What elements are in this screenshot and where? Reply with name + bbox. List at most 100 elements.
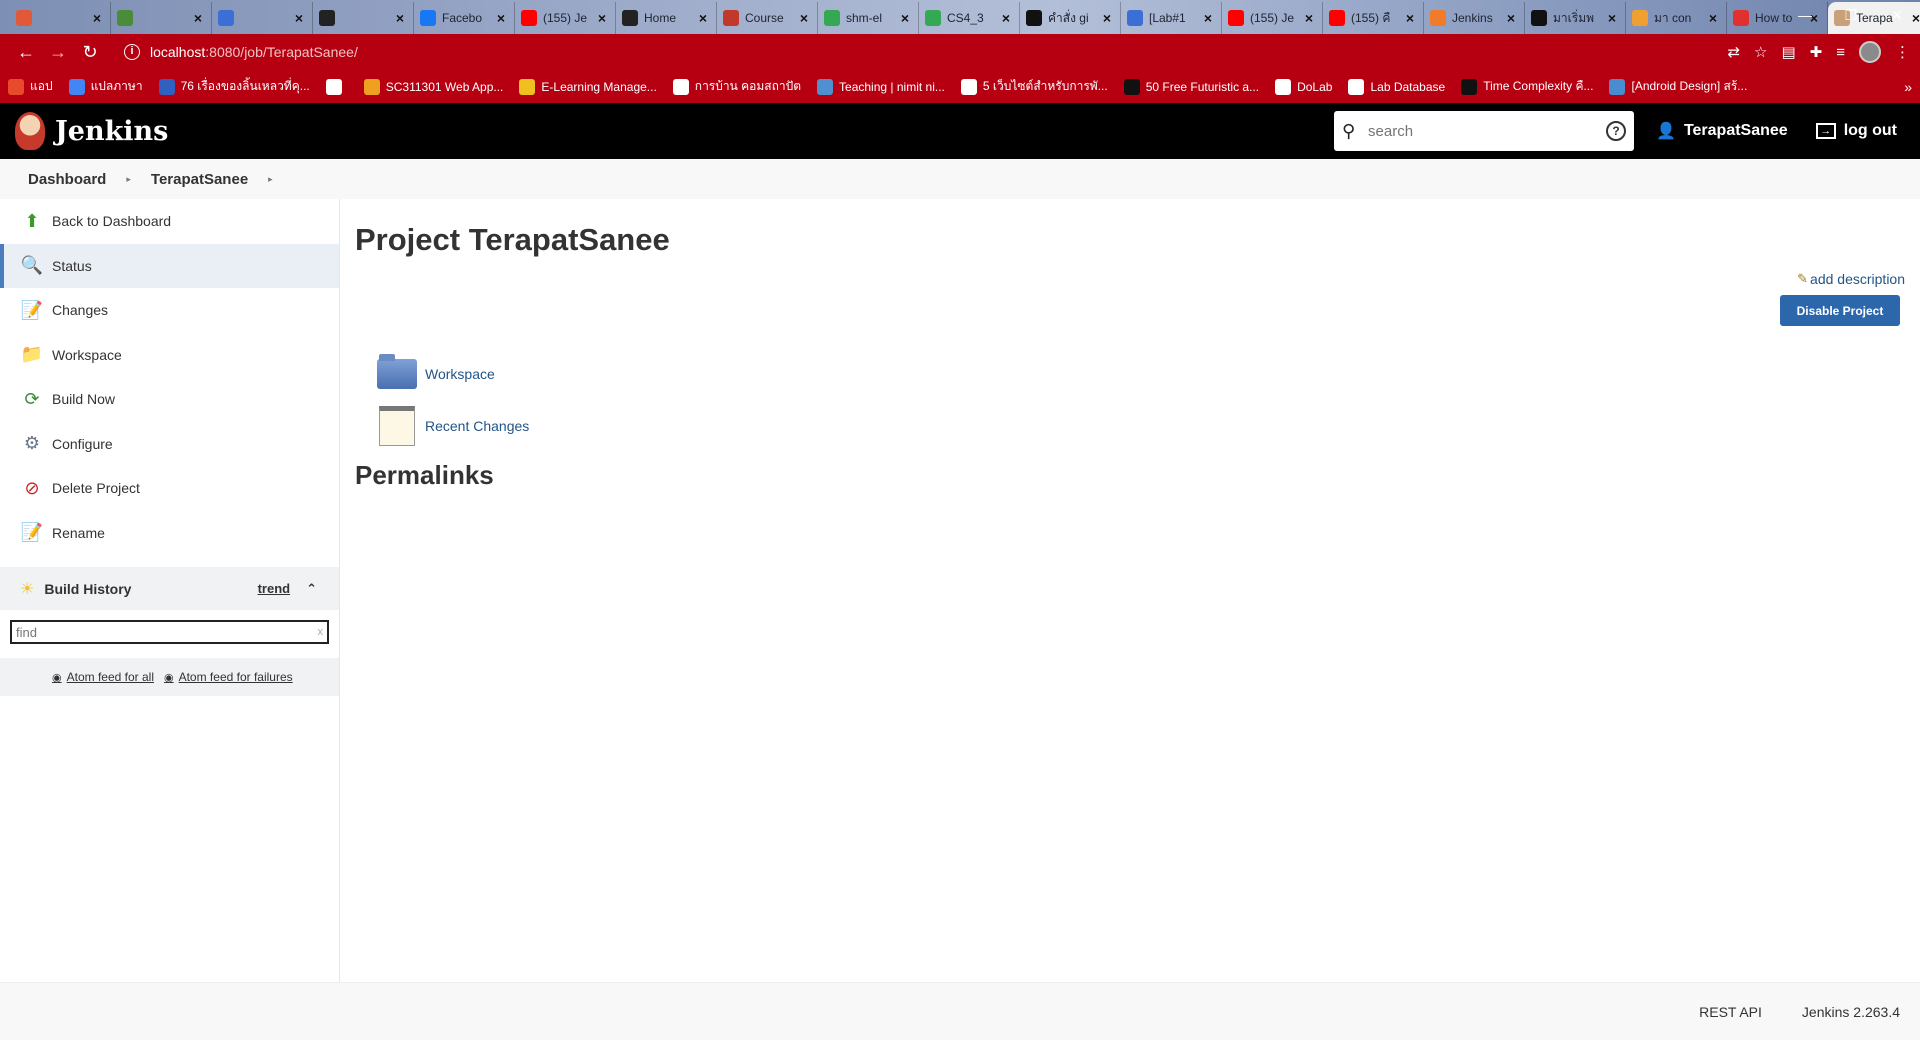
browser-tab[interactable]: (155) คื ×: [1323, 2, 1424, 34]
bookmark-item[interactable]: [Android Design] สร้...: [1609, 77, 1747, 96]
add-description-link[interactable]: ✎ add description: [1797, 271, 1905, 287]
browser-tab[interactable]: (155) Je ×: [1222, 2, 1323, 34]
rest-api-link[interactable]: REST API: [1699, 1004, 1762, 1020]
bookmark-item[interactable]: Teaching | nimit ni...: [817, 78, 945, 95]
tab-close-icon[interactable]: ×: [90, 10, 104, 26]
disable-project-button[interactable]: Disable Project: [1780, 295, 1900, 326]
bookmark-item[interactable]: แปลภาษา: [68, 77, 143, 96]
bookmark-item[interactable]: การบ้าน คอมสถาปัต: [672, 77, 801, 96]
tab-close-icon[interactable]: ×: [494, 10, 508, 26]
browser-tab[interactable]: ×: [212, 2, 313, 34]
jenkins-logo[interactable]: Jenkins: [0, 112, 168, 150]
browser-tab[interactable]: shm-el ×: [818, 2, 919, 34]
profile-avatar[interactable]: [1859, 41, 1881, 63]
media-icon[interactable]: ≡: [1836, 44, 1845, 61]
tab-close-icon[interactable]: ×: [1706, 10, 1720, 26]
forward-arrow-icon[interactable]: →: [42, 42, 74, 63]
bookmark-item[interactable]: 5 เว็บไซต์สำหรับการพั...: [960, 77, 1108, 96]
task-configure[interactable]: ⚙ Configure: [0, 422, 339, 467]
browser-tab[interactable]: (155) Je ×: [515, 2, 616, 34]
recent-changes-link[interactable]: Recent Changes: [425, 418, 529, 434]
breadcrumb-project[interactable]: TerapatSanee: [151, 171, 248, 188]
project-links: Workspace Recent Changes: [375, 348, 1920, 452]
bookmark-item[interactable]: Lab Database: [1348, 78, 1445, 95]
menu-dots-icon[interactable]: ⋮: [1895, 43, 1910, 61]
tab-close-icon[interactable]: ×: [696, 10, 710, 26]
info-icon[interactable]: i: [124, 44, 140, 60]
bookmark-item[interactable]: E-Learning Manage...: [519, 78, 657, 95]
atom-feed-failures-link[interactable]: ◉ Atom feed for failures: [164, 670, 293, 684]
browser-tab[interactable]: มา con ×: [1626, 2, 1727, 34]
minimize-icon[interactable]: —: [1782, 0, 1828, 30]
browser-tab[interactable]: มาเริ่มพ ×: [1525, 2, 1626, 34]
tab-close-icon[interactable]: ×: [292, 10, 306, 26]
logout-link[interactable]: → log out: [1815, 122, 1897, 140]
tab-favicon-icon: [1026, 10, 1042, 26]
bookmark-item[interactable]: 76 เรื่องของลิ้นเหลวที่คุ...: [158, 77, 310, 96]
browser-tab[interactable]: Facebo ×: [414, 2, 515, 34]
task-build-now[interactable]: ⟳ Build Now: [0, 377, 339, 422]
tab-close-icon[interactable]: ×: [797, 10, 811, 26]
extensions-icon[interactable]: ✚: [1810, 43, 1823, 61]
translate-icon[interactable]: ⇄: [1727, 43, 1740, 61]
user-link[interactable]: 👤 TerapatSanee: [1656, 121, 1788, 141]
clear-filter-icon[interactable]: x: [318, 626, 324, 638]
task-delete-project[interactable]: ⊘ Delete Project: [0, 466, 339, 511]
atom-feed-all-link[interactable]: ◉ Atom feed for all: [52, 670, 154, 684]
bookmark-item[interactable]: SC311301 Web App...: [363, 78, 503, 95]
tab-close-icon[interactable]: ×: [1605, 10, 1619, 26]
tab-close-icon[interactable]: ×: [1201, 10, 1215, 26]
task-changes[interactable]: 📝 Changes: [0, 288, 339, 333]
chevron-up-icon[interactable]: ⌃: [306, 581, 317, 597]
browser-tab[interactable]: ×: [313, 2, 414, 34]
tab-close-icon[interactable]: ×: [1100, 10, 1114, 26]
back-arrow-icon[interactable]: ←: [10, 42, 42, 63]
reading-list-icon[interactable]: ▤: [1781, 43, 1795, 61]
task-workspace[interactable]: 📁 Workspace: [0, 333, 339, 378]
gear-icon: ⚙: [23, 433, 41, 454]
jenkins-version-link[interactable]: Jenkins 2.263.4: [1802, 1004, 1900, 1020]
chevron-right-icon[interactable]: ▸: [268, 174, 273, 185]
search-input[interactable]: [1368, 122, 1607, 140]
bookmark-item[interactable]: Time Complexity คื...: [1461, 77, 1593, 96]
bookmark-item[interactable]: 50 Free Futuristic a...: [1123, 78, 1259, 95]
more-bookmarks-icon[interactable]: »: [1904, 79, 1912, 95]
restore-icon[interactable]: ❐: [1828, 0, 1874, 30]
tab-close-icon[interactable]: ×: [1302, 10, 1316, 26]
help-icon[interactable]: ?: [1606, 121, 1627, 141]
browser-tab[interactable]: Course ×: [717, 2, 818, 34]
bookmark-item[interactable]: DoLab: [1275, 78, 1332, 95]
browser-tab[interactable]: คำสั่ง gi ×: [1020, 2, 1121, 34]
tab-close-icon[interactable]: ×: [999, 10, 1013, 26]
browser-tab[interactable]: ×: [10, 2, 111, 34]
bookmark-item[interactable]: แอป: [8, 77, 53, 96]
notepad-icon[interactable]: [375, 405, 419, 447]
breadcrumb-dashboard[interactable]: Dashboard: [28, 171, 106, 188]
browser-tab[interactable]: Home ×: [616, 2, 717, 34]
address-bar[interactable]: i localhost:8080/job/TerapatSanee/: [114, 38, 1727, 66]
task-rename[interactable]: 📝 Rename: [0, 511, 339, 556]
tab-close-icon[interactable]: ×: [898, 10, 912, 26]
trend-link[interactable]: trend: [258, 581, 291, 596]
tab-close-icon[interactable]: ×: [191, 10, 205, 26]
task-status[interactable]: 🔍 Status: [0, 243, 339, 288]
bookmark-favicon-icon: [363, 78, 380, 95]
browser-tab[interactable]: Jenkins ×: [1424, 2, 1525, 34]
folder-icon[interactable]: [375, 353, 419, 395]
find-input[interactable]: [16, 624, 318, 640]
reload-icon[interactable]: ↻: [74, 42, 106, 63]
bookmark-favicon-icon: [68, 78, 85, 95]
tab-close-icon[interactable]: ×: [1403, 10, 1417, 26]
browser-tab[interactable]: CS4_3 ×: [919, 2, 1020, 34]
tab-close-icon[interactable]: ×: [1504, 10, 1518, 26]
tab-close-icon[interactable]: ×: [393, 10, 407, 26]
tab-close-icon[interactable]: ×: [595, 10, 609, 26]
task-back-to-dashboard[interactable]: ⬆ Back to Dashboard: [0, 199, 339, 244]
bookmark-star-icon[interactable]: ☆: [1754, 43, 1767, 61]
chevron-right-icon[interactable]: ▸: [126, 174, 131, 185]
workspace-link[interactable]: Workspace: [425, 366, 495, 382]
close-window-icon[interactable]: ✕: [1874, 0, 1920, 30]
bookmark-item[interactable]: [325, 78, 348, 95]
browser-tab[interactable]: ×: [111, 2, 212, 34]
browser-tab[interactable]: [Lab#1 ×: [1121, 2, 1222, 34]
